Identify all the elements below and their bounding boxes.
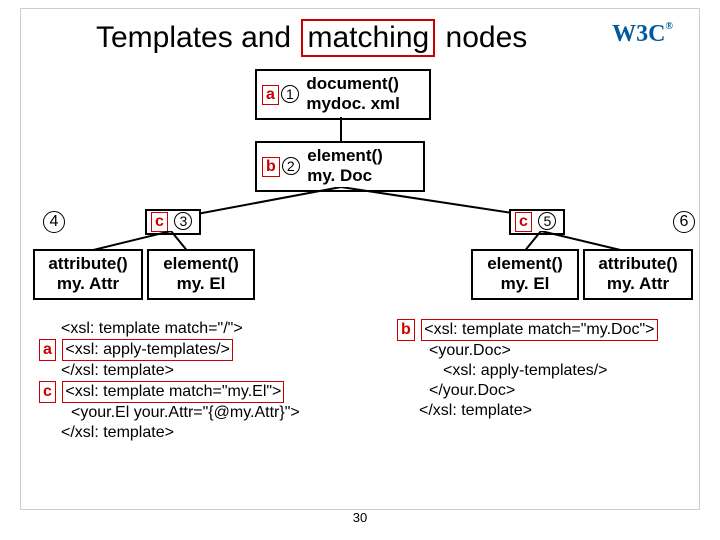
code-left: <xsl: template match="/"> a <xsl: apply-… <box>39 319 379 443</box>
node-mydoc: b2 element() my. Doc <box>255 141 425 192</box>
node-attrR-type: attribute() <box>598 254 677 273</box>
title-text-pre: Templates and <box>96 21 291 54</box>
page-number: 30 <box>353 510 367 525</box>
node-attrL-name: my. Attr <box>57 274 119 293</box>
node-num-4: 4 <box>43 211 65 233</box>
code-r1: <xsl: template match="my.Doc"> <box>421 319 657 341</box>
node-num-2: 2 <box>282 157 300 175</box>
title-highlight: matching <box>301 19 435 57</box>
node-num-6: 6 <box>673 211 695 233</box>
node-el-right: element() my. El <box>471 249 579 300</box>
code-l3: </xsl: template> <box>61 361 379 381</box>
code-l1: <xsl: template match="/"> <box>61 319 379 339</box>
code-right: b <xsl: template match="my.Doc"> <your.D… <box>397 319 707 421</box>
node-root-type: element() <box>307 146 383 165</box>
code-l5: <your.El your.Attr="{@my.Attr}"> <box>71 403 379 423</box>
node-document: a1 document() mydoc. xml <box>255 69 431 120</box>
node-attrR-name: my. Attr <box>607 274 669 293</box>
template-letter-b: b <box>262 157 280 177</box>
node-attr-left: attribute() my. Attr <box>33 249 143 300</box>
code-letter-c: c <box>39 381 56 403</box>
template-letter-c2: c <box>515 212 532 232</box>
node-num-1: 1 <box>281 85 299 103</box>
code-r3: <xsl: apply-templates/> <box>443 361 707 381</box>
node-c5-label: c 5 <box>509 209 565 235</box>
node-num-3: 3 <box>174 212 192 230</box>
node-c3-name: my. El <box>177 274 226 293</box>
node-attrL-type: attribute() <box>48 254 127 273</box>
node-attr-right: attribute() my. Attr <box>583 249 693 300</box>
node-num-5: 5 <box>538 212 556 230</box>
code-r5: </xsl: template> <box>419 401 707 421</box>
template-letter-a: a <box>262 85 279 105</box>
code-r4: </your.Doc> <box>429 381 707 401</box>
slide-frame: Templates and matching nodes W3C® a1 doc… <box>20 8 700 510</box>
w3c-logo: W3C® <box>612 21 673 48</box>
code-letter-a: a <box>39 339 56 361</box>
code-l6: </xsl: template> <box>61 423 379 443</box>
node-doc-name: mydoc. xml <box>306 94 400 113</box>
title-text-post: nodes <box>446 21 528 54</box>
node-c3-type: element() <box>163 254 239 273</box>
node-root-name: my. Doc <box>307 166 372 185</box>
node-c5-type: element() <box>487 254 563 273</box>
node-c5-name: my. El <box>501 274 550 293</box>
node-c3-label: c 3 <box>145 209 201 235</box>
code-letter-b: b <box>397 319 415 341</box>
code-l2: <xsl: apply-templates/> <box>62 339 233 361</box>
code-l4: <xsl: template match="my.El"> <box>62 381 284 403</box>
code-r2: <your.Doc> <box>429 341 707 361</box>
page-title: Templates and matching nodes <box>96 19 527 57</box>
template-letter-c: c <box>151 212 168 232</box>
node-doc-type: document() <box>306 74 399 93</box>
node-el-left: element() my. El <box>147 249 255 300</box>
